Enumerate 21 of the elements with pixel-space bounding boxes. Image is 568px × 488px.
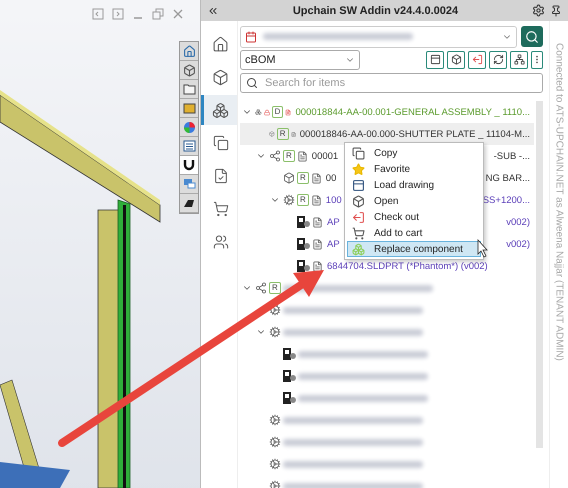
item-name: 000018844-AA-00.001-GENERAL ASSEMBLY _ 1110... (296, 106, 530, 118)
item-name: v002) (506, 238, 530, 250)
connection-status: Connected to ATS-UPCHAIN.NET as Alweena Najjar (TENANT ADMIN) (554, 43, 564, 363)
item-name: 6844704.SLDPRT (*Phantom*) (v002) (327, 260, 488, 272)
item-name: 00001 (312, 150, 338, 162)
item-name: AP (327, 216, 340, 228)
window-title: Upchain SW Addin v24.4.0.0024 (292, 4, 460, 16)
item-name: SS+1200... (482, 194, 530, 206)
item-name: NG BAR... (486, 172, 530, 184)
item-name: v002) (506, 216, 530, 228)
item-name: 000018846-AA-00.000-SHUTTER PLATE _ 11104-M... (300, 128, 530, 140)
status-badge: R (283, 150, 295, 162)
status-badge: R (297, 172, 309, 184)
item-name: 100 (326, 194, 342, 206)
status-badge: R (297, 194, 309, 206)
item-name: AP (327, 238, 340, 250)
item-name: 00 (326, 172, 336, 184)
status-badge: R (269, 282, 281, 294)
status-badge: D (272, 106, 284, 118)
item-name: -SUB -... (494, 150, 530, 162)
status-badge: R (276, 128, 289, 140)
